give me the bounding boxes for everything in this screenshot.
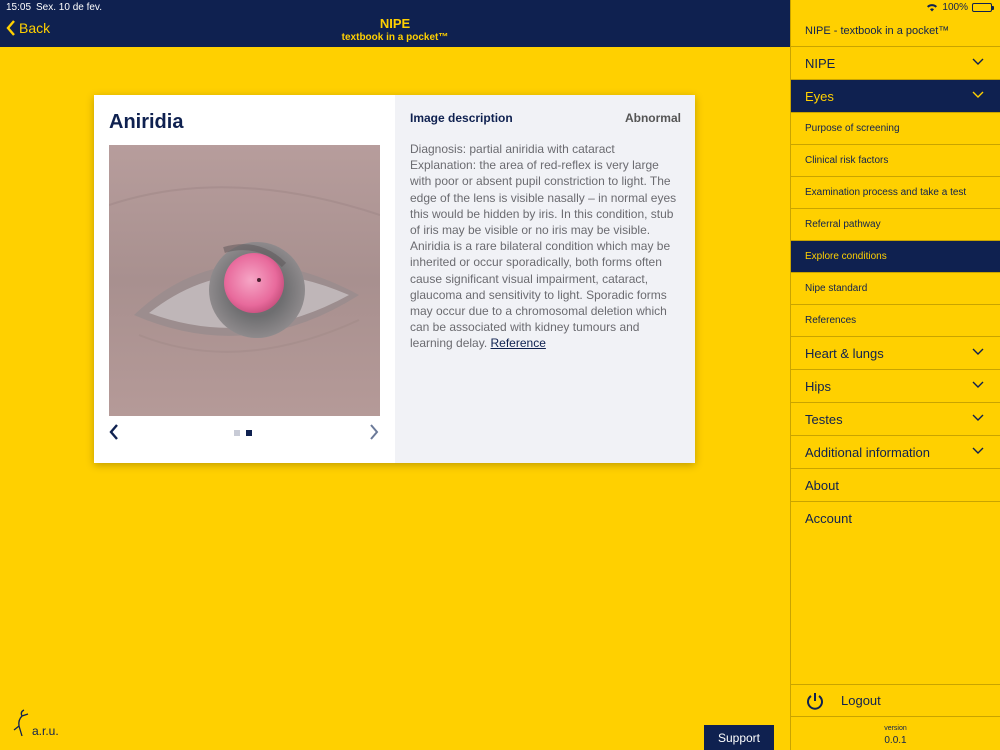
version-info: version 0.0.1 [791,716,1000,750]
image-pagination [234,430,252,436]
sidebar-item-label: Testes [805,411,843,427]
chevron-down-icon [972,447,984,454]
sidebar-footer: Logout version 0.0.1 [791,684,1000,750]
sidebar-item-label: NIPE [805,55,836,71]
battery-icon [972,3,994,12]
description-text: Diagnosis: partial aniridia with catarac… [410,141,681,352]
aru-logo: a.r.u. [10,708,59,738]
description-heading: Image description [410,111,513,125]
next-image-button[interactable] [368,423,380,441]
heron-logo-icon [13,709,29,737]
chevron-down-icon [972,414,984,421]
condition-title: Aniridia [109,111,184,133]
chevron-down-icon [972,381,984,388]
app-title-main: NIPE [379,16,411,31]
sidebar-item-about[interactable]: About [791,469,1000,502]
sidebar-item-label: Examination process and take a test [805,187,967,198]
sidebar-item-label: About [805,477,839,493]
chevron-down-icon [972,91,984,98]
logo-text: a.r.u. [32,724,59,738]
description-header: Image description Abnormal [410,111,681,125]
eye-photo[interactable] [109,145,380,416]
sidebar-item-clinical-risk-factors[interactable]: Clinical risk factors [791,145,1000,177]
battery-percent: 100% [942,2,968,13]
chevron-down-icon [972,348,984,355]
sidebar-item-purpose-of-screening[interactable]: Purpose of screening [791,113,1000,145]
sidebar-item-additional-information[interactable]: Additional information [791,436,1000,469]
sidebar-item-label: Additional information [805,444,931,460]
status-bar: 15:05 Sex. 10 de fev. 100% [0,0,1000,16]
reference-link[interactable]: Reference [491,336,546,350]
sidebar-item-references[interactable]: References [791,305,1000,337]
sidebar-item-examination-process[interactable]: Examination process and take a test [791,177,1000,209]
status-badge: Abnormal [624,111,681,125]
pagination-dot[interactable] [234,430,240,436]
sidebar-item-label: Hips [805,378,832,394]
sidebar-item-label: Heart & lungs [805,345,884,361]
status-time: 15:05 [6,2,32,13]
sidebar-item-nipe-standard[interactable]: Nipe standard [791,273,1000,305]
app-title-subtitle: textbook in a pocket™ [341,32,449,43]
sidebar-item-label: References [805,315,857,326]
power-icon [807,692,823,710]
sidebar-item-explore-conditions[interactable]: Explore conditions [791,241,1000,273]
app-title: NIPE textbook in a pocket™ [0,16,790,44]
sidebar-item-testes[interactable]: Testes [791,403,1000,436]
sidebar-menu: NIPE - textbook in a pocket™ NIPE Eyes P… [790,0,1000,750]
sidebar-item-heart-lungs[interactable]: Heart & lungs [791,337,1000,370]
logout-button[interactable]: Logout [791,684,1000,716]
sidebar-item-label: Nipe standard [805,283,868,294]
pagination-dot[interactable] [246,430,252,436]
sidebar-item-referral-pathway[interactable]: Referral pathway [791,209,1000,241]
sidebar-item-nipe[interactable]: NIPE [791,47,1000,80]
support-button[interactable]: Support [704,725,774,750]
version-label: version [884,725,907,732]
chevron-down-icon [972,58,984,65]
sidebar-item-label: Clinical risk factors [805,155,889,166]
wifi-icon [927,4,938,12]
image-panel: Aniridia [94,95,395,463]
description-panel: Image description Abnormal Diagnosis: pa… [395,95,695,463]
status-right: 100% [926,2,994,13]
sidebar-item-hips[interactable]: Hips [791,370,1000,403]
sidebar-item-eyes[interactable]: Eyes [791,80,1000,113]
previous-image-button[interactable] [108,423,120,441]
logout-label: Logout [841,693,881,708]
sidebar-item-label: Referral pathway [805,219,881,230]
sidebar-item-account[interactable]: Account [791,502,1000,535]
description-body: Diagnosis: partial aniridia with catarac… [410,142,677,351]
sidebar-item-label: Account [805,511,852,526]
sidebar-item-label: Eyes [805,88,834,104]
version-number: 0.0.1 [884,735,907,746]
status-date: Sex. 10 de fev. [36,2,102,13]
sidebar-item-label: Explore conditions [805,251,887,262]
sidebar-item-label: Purpose of screening [805,123,900,134]
condition-card: Aniridia Image description Abnormal Diag… [94,95,695,463]
